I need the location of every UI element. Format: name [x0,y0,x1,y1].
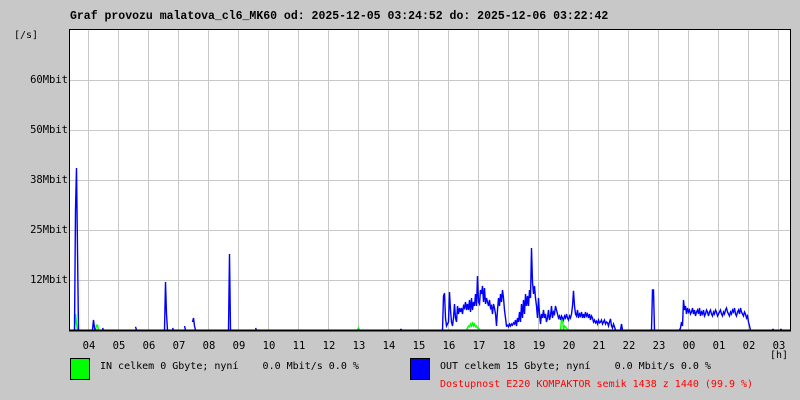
out-legend-text: OUT celkem 15 Gbyte; nyní 0.0 Mbit/s 0.0… [440,361,711,372]
in-legend-swatch [70,358,90,380]
availability-text: Dostupnost E220 KOMPAKTOR semik 1438 z 1… [440,379,754,390]
out-legend-swatch [410,358,430,380]
traffic-plot [69,29,791,332]
out-series-line [183,325,187,331]
in-legend-text: IN celkem 0 Gbyte; nyní 0.0 Mbit/s 0.0 % [100,361,359,372]
